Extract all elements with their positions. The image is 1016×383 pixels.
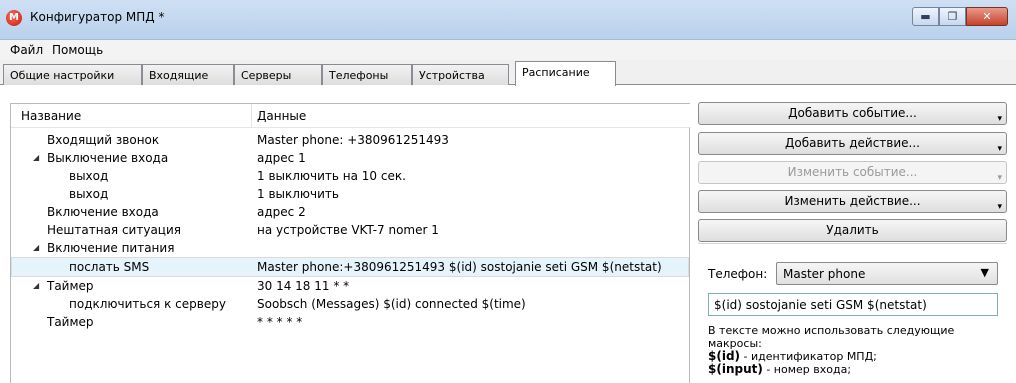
tree-row[interactable]: выход 1 выключить на 10 сек. xyxy=(11,167,689,185)
dropdown-arrow-icon: ▾ xyxy=(997,173,1002,183)
column-separator[interactable] xyxy=(251,104,252,128)
menu-file[interactable]: Файл xyxy=(10,43,43,57)
delete-label: Удалить xyxy=(826,223,879,237)
close-button[interactable]: ✕ xyxy=(966,7,1008,26)
restore-icon: ❐ xyxy=(947,10,958,23)
tree-row[interactable]: Включение входа адрес 2 xyxy=(11,203,689,221)
tree-row[interactable]: ◢ Включение питания xyxy=(11,239,689,257)
phone-select-value: Master phone xyxy=(783,267,866,281)
tab-servers[interactable]: Серверы xyxy=(234,64,322,85)
add-action-label: Добавить действие... xyxy=(785,136,920,150)
row-name: Включение входа xyxy=(47,205,159,219)
macro-code: $(id) xyxy=(708,349,741,363)
macro-desc: - номер входа; xyxy=(762,363,852,376)
menu-help[interactable]: Помощь xyxy=(52,43,103,57)
row-value: адрес 2 xyxy=(257,205,306,219)
edit-action-label: Изменить действие... xyxy=(784,194,921,208)
edit-action-button[interactable]: Изменить действие... ▾ xyxy=(698,190,1007,213)
row-name: Таймер xyxy=(47,315,94,329)
minimize-icon: ▬ xyxy=(920,10,931,23)
tree-row[interactable]: Таймер * * * * * xyxy=(11,313,689,331)
macro-line: $(input) - номер входа; xyxy=(708,362,1008,377)
app-icon: M xyxy=(6,10,22,26)
row-name: Включение питания xyxy=(47,241,175,255)
close-icon: ✕ xyxy=(982,10,992,23)
phone-select[interactable]: Master phone ▼ xyxy=(776,262,998,285)
tab-phones[interactable]: Телефоны xyxy=(322,64,412,85)
menu-bar: Файл Помощь xyxy=(0,40,1016,60)
tree-row[interactable]: Нештатная ситуация на устройстве VKT-7 n… xyxy=(11,221,689,239)
row-value: Master phone:+380961251493 $(id) sostoja… xyxy=(257,260,662,274)
tree-row[interactable]: Входящий звонок Master phone: +380961251… xyxy=(11,131,689,149)
tab-incoming[interactable]: Входящие xyxy=(142,64,234,85)
row-value: 30 14 18 11 * * xyxy=(257,279,350,293)
row-name: выход xyxy=(69,169,109,183)
row-value: Master phone: +380961251493 xyxy=(257,133,449,147)
dropdown-arrow-icon: ▾ xyxy=(997,144,1002,154)
macro-hint: В тексте можно использовать следующие ма… xyxy=(708,324,1008,376)
title-bar: M Конфигуратор МПД * ▬ ❐ ✕ xyxy=(0,0,1016,40)
tree-row-selected[interactable]: послать SMS Master phone:+380961251493 $… xyxy=(11,257,689,277)
tree-header: Название Данные xyxy=(11,104,691,128)
dropdown-arrow-icon: ▾ xyxy=(997,114,1002,124)
tab-general-settings[interactable]: Общие настройки xyxy=(3,64,142,85)
dropdown-arrow-icon: ▾ xyxy=(997,202,1002,212)
row-value: * * * * * xyxy=(257,315,303,329)
row-name: Таймер xyxy=(47,279,94,293)
delete-button[interactable]: Удалить xyxy=(698,219,1007,242)
add-action-button[interactable]: Добавить действие... ▾ xyxy=(698,132,1007,155)
add-event-label: Добавить событие... xyxy=(788,106,917,120)
tree-row[interactable]: выход 1 выключить xyxy=(11,185,689,203)
column-data-header[interactable]: Данные xyxy=(257,109,306,123)
tab-strip: Общие настройки Входящие Серверы Телефон… xyxy=(0,60,1016,86)
macro-code: $(input) xyxy=(708,362,763,376)
hint-intro: В тексте можно использовать следующие ма… xyxy=(708,324,955,350)
row-value: адрес 1 xyxy=(257,151,306,165)
column-name-header[interactable]: Название xyxy=(21,109,81,123)
row-value: на устройстве VKT-7 nomer 1 xyxy=(257,223,439,237)
collapse-triangle-icon[interactable]: ◢ xyxy=(33,153,39,162)
collapse-triangle-icon[interactable]: ◢ xyxy=(33,243,39,252)
tree-row[interactable]: подключиться к серверу Soobsch (Messages… xyxy=(11,295,689,313)
tab-devices[interactable]: Устройства xyxy=(412,64,509,85)
phone-label: Телефон: xyxy=(708,267,768,281)
add-event-button[interactable]: Добавить событие... ▾ xyxy=(698,102,1007,125)
edit-event-label: Изменить событие... xyxy=(787,165,918,179)
row-name: подключиться к серверу xyxy=(69,297,226,311)
tree-row[interactable]: ◢ Выключение входа адрес 1 xyxy=(11,149,689,167)
row-name: послать SMS xyxy=(69,260,150,274)
sms-text-input[interactable]: $(id) sostojanie seti GSM $(netstat) xyxy=(708,293,998,316)
row-name: выход xyxy=(69,187,109,201)
divider xyxy=(698,243,1007,244)
collapse-triangle-icon[interactable]: ◢ xyxy=(33,281,39,290)
minimize-button[interactable]: ▬ xyxy=(912,7,939,26)
window-title: Конфигуратор МПД * xyxy=(30,10,165,24)
chevron-down-icon: ▼ xyxy=(980,266,989,279)
row-value: 1 выключить на 10 сек. xyxy=(257,169,406,183)
row-value: Soobsch (Messages) $(id) connected $(tim… xyxy=(257,297,526,311)
maximize-button[interactable]: ❐ xyxy=(939,7,966,26)
tree-row[interactable]: ◢ Таймер 30 14 18 11 * * xyxy=(11,277,689,295)
edit-event-button[interactable]: Изменить событие... ▾ xyxy=(698,161,1007,184)
row-value: 1 выключить xyxy=(257,187,339,201)
schedule-tree[interactable]: Название Данные Входящий звонок Master p… xyxy=(10,103,691,383)
window-controls: ▬ ❐ ✕ xyxy=(912,7,1008,26)
row-name: Нештатная ситуация xyxy=(47,223,181,237)
row-name: Входящий звонок xyxy=(47,133,160,147)
tab-schedule[interactable]: Расписание xyxy=(515,61,616,86)
row-name: Выключение входа xyxy=(47,151,169,165)
